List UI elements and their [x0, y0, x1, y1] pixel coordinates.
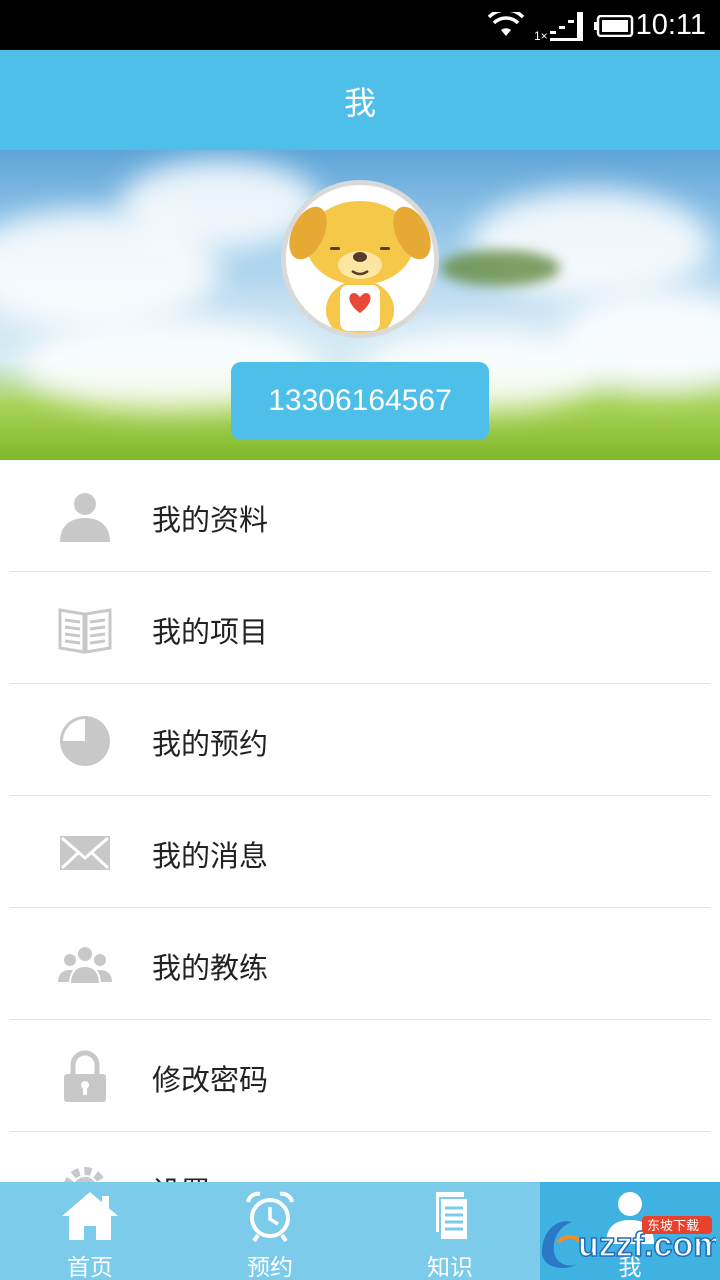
- book-icon: [58, 608, 112, 654]
- menu-item-label: 我的预约: [152, 727, 269, 761]
- tab-home[interactable]: 首页: [0, 1182, 180, 1280]
- menu-item-label: 我的消息: [152, 839, 269, 873]
- home-icon: [62, 1192, 118, 1240]
- tab-label: 知识: [427, 1255, 473, 1280]
- wifi-icon: [488, 12, 524, 36]
- battery-icon: [594, 15, 634, 37]
- tab-knowledge[interactable]: 知识: [360, 1182, 540, 1280]
- clock: 10:11: [635, 9, 706, 41]
- status-bar: 1× 10:11: [0, 0, 720, 50]
- avatar[interactable]: [281, 180, 439, 338]
- menu-item-label: 我的教练: [152, 951, 269, 985]
- svg-text:东坡下载: 东坡下载: [647, 1219, 699, 1234]
- menu-item-label: 我的资料: [152, 503, 269, 537]
- signal-icon: 1×: [534, 12, 583, 42]
- pie-clock-icon: [60, 716, 110, 766]
- person-icon: [60, 493, 110, 542]
- tab-appointments[interactable]: 预约: [180, 1182, 360, 1280]
- phone-number-button[interactable]: 13306164567: [231, 362, 489, 440]
- floating-island: [440, 250, 560, 286]
- menu-item-messages[interactable]: 我的消息: [10, 796, 710, 908]
- tab-label: 首页: [67, 1255, 113, 1280]
- envelope-icon: [60, 836, 110, 870]
- dog-avatar-icon: [286, 185, 434, 333]
- title-bar: 我: [0, 50, 720, 150]
- menu-item-label: 我的项目: [152, 615, 269, 649]
- page-title: 我: [343, 84, 376, 122]
- menu-item-projects[interactable]: 我的项目: [10, 572, 710, 684]
- menu-item-coaches[interactable]: 我的教练: [10, 908, 710, 1020]
- alarm-clock-icon: [246, 1191, 294, 1243]
- watermark-logo: uzzf.com 东坡下载: [542, 1216, 716, 1268]
- lock-icon: [64, 1050, 106, 1102]
- group-icon: [58, 945, 112, 985]
- menu-item-appointments[interactable]: 我的预约: [10, 684, 710, 796]
- document-icon: [436, 1192, 469, 1241]
- svg-text:1×: 1×: [534, 29, 548, 42]
- tab-label: 预约: [247, 1255, 293, 1280]
- menu-item-profile[interactable]: 我的资料: [10, 460, 710, 572]
- menu-item-label: 修改密码: [152, 1063, 269, 1097]
- profile-menu: 我的资料 我的项目 我的预约 我的消息 我的教练 修改密码: [0, 460, 720, 1244]
- menu-item-change-password[interactable]: 修改密码: [10, 1020, 710, 1132]
